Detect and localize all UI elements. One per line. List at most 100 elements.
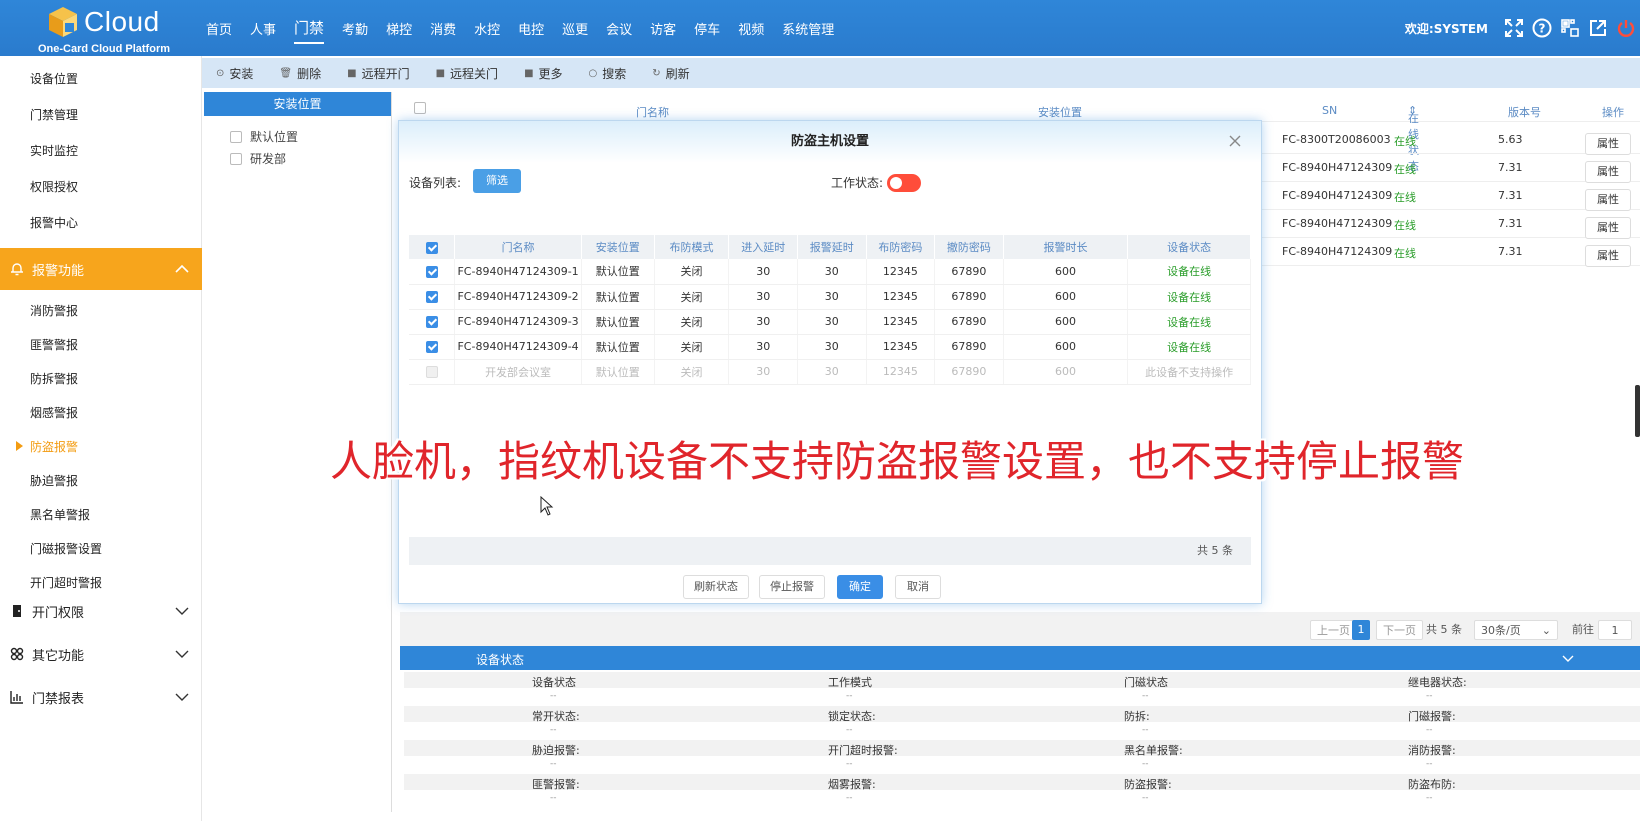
properties-button[interactable]: 属性 <box>1585 161 1631 183</box>
prev-page-button[interactable]: 上一页 <box>1310 620 1357 640</box>
nav-item[interactable]: 停车 <box>694 15 720 42</box>
properties-button[interactable]: 属性 <box>1585 133 1631 155</box>
status-label: 设备状态 <box>532 676 576 689</box>
row-checkbox[interactable] <box>425 366 438 378</box>
filter-button[interactable]: 筛选 <box>473 169 521 193</box>
goto-page-input[interactable]: 1 <box>1598 620 1632 640</box>
nav-item[interactable]: 人事 <box>250 15 276 42</box>
help-icon[interactable]: ? <box>1531 17 1553 39</box>
table-row[interactable]: FC-8940H47124309 在线 7.31 属性 <box>1262 154 1640 183</box>
row-checkbox[interactable] <box>425 265 438 278</box>
external-link-icon[interactable] <box>1587 17 1609 39</box>
properties-button[interactable]: 属性 <box>1585 245 1631 267</box>
tree-node-default[interactable]: 默认位置 <box>230 128 298 145</box>
cell-enter-delay: 30 <box>728 284 799 310</box>
table-row[interactable]: FC-8940H47124309 在线 7.31 属性 <box>1262 182 1640 211</box>
remote-open-button[interactable]: ■ 远程开门 <box>347 65 409 82</box>
table-row[interactable]: FC-8940H47124309-1 默认位置 关闭 30 30 12345 67890 60… <box>409 259 1251 285</box>
table-row[interactable]: FC-8940H47124309-4 默认位置 关闭 30 30 12345 67890 60… <box>409 334 1251 360</box>
properties-button[interactable]: 属性 <box>1585 189 1631 211</box>
table-row[interactable]: FC-8940H47124309 在线 7.31 属性 <box>1262 238 1640 267</box>
sidebar-item-blacklist-alarm[interactable]: 黑名单警报 <box>30 506 90 523</box>
qr-icon[interactable] <box>1559 17 1581 39</box>
stop-alarm-button[interactable]: 停止报警 <box>759 575 825 599</box>
install-button[interactable]: ⊙ 安装 <box>216 65 253 82</box>
logo-text: Cloud <box>84 6 160 37</box>
delete-button[interactable]: 🗑︎ 删除 <box>279 65 321 82</box>
sidebar-item-permission[interactable]: 权限授权 <box>30 178 78 195</box>
nav-item[interactable]: 考勤 <box>342 15 368 42</box>
table-row[interactable]: 开发部会议室 默认位置 关闭 30 30 12345 67890 600 此设备不支持操作 <box>409 359 1251 385</box>
status-label: 黑名单报警: <box>1124 744 1183 757</box>
tree-node-rnd[interactable]: 研发部 <box>230 150 286 167</box>
nav-item[interactable]: 门禁 <box>294 13 325 44</box>
more-button[interactable]: ■ 更多 <box>524 65 562 82</box>
cell-enter-delay: 30 <box>728 359 799 385</box>
row-checkbox-cell[interactable] <box>409 334 456 360</box>
properties-button[interactable]: 属性 <box>1585 217 1631 239</box>
select-all-checkbox[interactable] <box>425 241 438 254</box>
sidebar-item-device-location[interactable]: 设备位置 <box>30 70 78 87</box>
sidebar-group-other-functions[interactable]: 其它功能 <box>0 633 202 675</box>
nav-item[interactable]: 电控 <box>518 15 544 42</box>
search-button[interactable]: ○ 搜索 <box>589 65 627 82</box>
work-status-toggle[interactable] <box>887 174 921 192</box>
refresh-status-button[interactable]: 刷新状态 <box>683 575 749 599</box>
refresh-button[interactable]: ↻ 刷新 <box>652 65 689 82</box>
nav-item[interactable]: 会议 <box>606 15 632 42</box>
sidebar-item-bandit-alarm[interactable]: 匪警警报 <box>30 336 78 353</box>
nav-item[interactable]: 访客 <box>650 15 676 42</box>
table-row[interactable]: FC-8940H47124309 在线 7.31 属性 <box>1262 210 1640 239</box>
fullscreen-icon[interactable] <box>1503 17 1525 39</box>
power-icon[interactable] <box>1615 17 1637 39</box>
row-checkbox-cell[interactable] <box>409 359 456 385</box>
sidebar-item-fire-alarm[interactable]: 消防警报 <box>30 302 78 319</box>
table-row[interactable]: FC-8940H47124309-2 默认位置 关闭 30 30 12345 67890 60… <box>409 284 1251 310</box>
row-checkbox-cell[interactable] <box>409 259 456 285</box>
sidebar-item-door-sensor-setting[interactable]: 门磁报警设置 <box>30 540 102 557</box>
sidebar-item-smoke-alarm[interactable]: 烟感警报 <box>30 404 78 421</box>
row-checkbox[interactable] <box>425 291 438 303</box>
tree-checkbox[interactable] <box>230 152 242 165</box>
col-action: 操作 <box>1602 106 1624 119</box>
device-status-header[interactable]: 设备状态 <box>400 646 1640 670</box>
nav-item[interactable]: 首页 <box>206 15 232 42</box>
logo-cube-icon <box>49 7 77 37</box>
sidebar-item-access-management[interactable]: 门禁管理 <box>30 106 78 123</box>
nav-item[interactable]: 水控 <box>474 15 500 42</box>
nav-item[interactable]: 梯控 <box>386 15 412 42</box>
nav-item[interactable]: 系统管理 <box>782 15 834 42</box>
sidebar-item-alarm-center[interactable]: 报警中心 <box>30 214 78 231</box>
page-1-button[interactable]: 1 <box>1352 620 1370 640</box>
sidebar-group-alarm[interactable]: 报警功能 <box>0 248 202 290</box>
select-all-checkbox[interactable] <box>414 102 426 114</box>
select-all-cell[interactable] <box>409 235 456 259</box>
page-size-select[interactable]: 30条/页 ⌄ <box>1474 620 1558 640</box>
nav-item[interactable]: 消费 <box>430 15 456 42</box>
row-checkbox[interactable] <box>425 316 438 328</box>
tree-checkbox[interactable] <box>230 130 242 143</box>
nav-item[interactable]: 巡更 <box>562 15 588 42</box>
sidebar-item-tamper-alarm[interactable]: 防拆警报 <box>30 370 78 387</box>
sidebar-group-reports[interactable]: 门禁报表 <box>0 676 202 718</box>
close-icon[interactable] <box>1227 133 1243 149</box>
confirm-button[interactable]: 确定 <box>837 575 883 599</box>
row-checkbox-cell[interactable] <box>409 284 456 310</box>
remote-close-button[interactable]: ■ 远程关门 <box>436 65 498 82</box>
sidebar-item-duress-alarm[interactable]: 胁迫警报 <box>30 472 78 489</box>
row-checkbox-cell[interactable] <box>409 309 456 335</box>
cell-state: 设备在线 <box>1127 259 1251 285</box>
scrollbar-thumb[interactable] <box>1635 385 1640 437</box>
sidebar-item-burglar-alarm[interactable]: 防盗报警 <box>15 438 78 455</box>
col-online-status[interactable]: 在线状态 ⇕ <box>1408 104 1419 173</box>
cancel-button[interactable]: 取消 <box>895 575 941 599</box>
sidebar-group-open-permission[interactable]: 开门权限 <box>0 590 202 632</box>
table-row[interactable]: FC-8940H47124309-3 默认位置 关闭 30 30 12345 67890 60… <box>409 309 1251 335</box>
table-row[interactable]: FC-8300T20086003 在线 5.63 属性 <box>1262 126 1640 155</box>
nav-item[interactable]: 视频 <box>738 15 764 42</box>
row-checkbox[interactable] <box>425 341 438 353</box>
sidebar-item-open-timeout-alarm[interactable]: 开门超时警报 <box>30 574 102 591</box>
online-status-cell: 在线 <box>1394 135 1416 148</box>
next-page-button[interactable]: 下一页 <box>1376 620 1423 640</box>
sidebar-item-live-monitor[interactable]: 实时监控 <box>30 142 78 159</box>
